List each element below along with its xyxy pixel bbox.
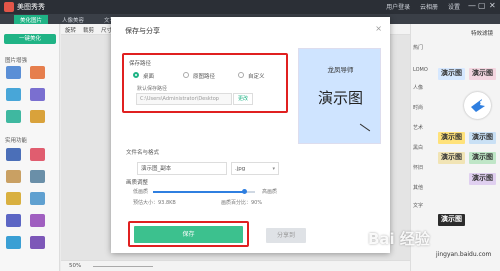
effect-category[interactable]: 艺术 — [413, 124, 423, 131]
radio-original-path-label: 原图路径 — [193, 74, 216, 80]
effect-thumb[interactable]: 演示图 — [469, 173, 496, 185]
radio-desktop[interactable] — [133, 72, 139, 78]
save-path-label: 保存路径 — [129, 61, 152, 67]
rotate-tool[interactable]: 旋转 — [65, 26, 76, 34]
tool-thumb[interactable] — [30, 236, 45, 249]
minimize-button[interactable]: — — [468, 1, 476, 10]
radio-custom-label: 自定义 — [248, 74, 265, 80]
high-quality-label: 高画质 — [262, 189, 278, 195]
tool-thumb[interactable] — [30, 66, 45, 79]
format-value: .jpg — [235, 166, 246, 172]
effect-category[interactable]: 其他 — [413, 184, 423, 191]
change-path-button[interactable]: 更改 — [233, 93, 253, 105]
file-name-label: 文件名与格式 — [126, 150, 160, 156]
estimated-size: 预估大小：93.8KB — [133, 200, 176, 206]
section-enhance-title: 图片增强 — [5, 58, 28, 64]
zoom-level: 50% — [69, 263, 82, 269]
save-share-dialog: 保存与分享 × 保存路径 桌面 原图路径 自定义 默认保存路径 C:\Users… — [111, 17, 390, 253]
login-link[interactable]: 用户登录 — [386, 4, 410, 11]
tool-thumb[interactable] — [6, 192, 21, 205]
effect-thumb[interactable]: 演示图 — [438, 68, 465, 80]
app-logo-icon — [4, 2, 14, 12]
tool-thumb[interactable] — [30, 170, 45, 183]
tool-thumb[interactable] — [30, 88, 45, 101]
cloud-album-link[interactable]: 云相册 — [420, 4, 438, 11]
preview-subtitle: 龙凤导师 — [327, 66, 354, 74]
maximize-button[interactable]: ▢ — [478, 1, 486, 10]
effect-thumb[interactable]: 演示图 — [438, 152, 465, 164]
effect-category[interactable]: LOMO — [413, 67, 428, 73]
effect-category[interactable]: 时尚 — [413, 104, 423, 111]
effect-thumb[interactable]: 演示图 — [469, 132, 496, 144]
zoom-slider[interactable] — [93, 266, 153, 267]
watermark-url: jingyan.baidu.com — [436, 251, 492, 258]
quality-percent: 画质百分比：90% — [221, 200, 263, 206]
tool-thumb[interactable] — [6, 66, 21, 79]
preview-stroke — [359, 123, 371, 132]
section-utility-title: 实用功能 — [5, 138, 28, 144]
quality-label: 画质调整 — [126, 180, 149, 186]
settings-link[interactable]: 设置 — [448, 4, 460, 11]
share-button[interactable]: 分享到 — [266, 228, 306, 243]
status-bar: 50% — [61, 260, 410, 271]
format-select[interactable]: .jpg ▾ — [231, 162, 279, 175]
one-click-beautify-button[interactable]: 一键美化 — [4, 34, 56, 44]
effect-category[interactable]: 黑白 — [413, 144, 423, 151]
crop-tool[interactable]: 裁剪 — [83, 26, 94, 34]
tool-thumb[interactable] — [30, 214, 45, 227]
default-path-hint: 默认保存路径 — [137, 86, 168, 92]
tool-thumb[interactable] — [6, 214, 21, 227]
tool-thumb[interactable] — [6, 88, 21, 101]
effect-thumb[interactable]: 演示图 — [438, 132, 465, 144]
effect-category[interactable]: 热门 — [413, 44, 423, 51]
low-quality-label: 低画质 — [133, 189, 149, 195]
effect-category[interactable]: 怀旧 — [413, 164, 423, 171]
chevron-down-icon: ▾ — [272, 166, 275, 172]
left-tool-panel: 一键美化 图片增强 实用功能 — [0, 24, 60, 271]
effect-category[interactable]: 人像 — [413, 84, 423, 91]
bird-assistant-icon[interactable] — [464, 92, 491, 119]
radio-custom[interactable] — [238, 72, 244, 78]
radio-desktop-label: 桌面 — [143, 74, 155, 80]
tool-thumb[interactable] — [6, 236, 21, 249]
quality-slider[interactable] — [153, 189, 255, 194]
tool-thumb[interactable] — [6, 170, 21, 183]
tool-thumb[interactable] — [30, 192, 45, 205]
save-path-input[interactable]: C:\Users\Administrator\Desktop — [136, 93, 232, 105]
preview-main-text: 演示图 — [317, 89, 363, 107]
title-bar: 美图秀秀 用户登录 云相册 设置 — ▢ ✕ — [0, 0, 500, 14]
effects-title: 特效滤镜 — [471, 31, 494, 37]
app-title: 美图秀秀 — [17, 3, 45, 11]
file-name-input[interactable]: 演示图_副本 — [137, 162, 227, 175]
tab-portrait[interactable]: 人像美容 — [56, 15, 90, 24]
tool-thumb[interactable] — [30, 110, 45, 123]
tab-beautify[interactable]: 美化图片 — [14, 15, 49, 24]
tool-thumb[interactable] — [6, 110, 21, 123]
effect-category[interactable]: 文字 — [413, 202, 423, 209]
radio-original-path[interactable] — [183, 72, 189, 78]
tool-thumb[interactable] — [6, 148, 21, 161]
quality-slider-knob[interactable] — [242, 189, 248, 194]
quality-slider-fill — [153, 191, 245, 193]
effect-thumb[interactable]: 演示图 — [469, 68, 496, 80]
tool-thumb[interactable] — [30, 148, 45, 161]
close-icon[interactable]: × — [375, 24, 382, 33]
top-right-menu: 用户登录 云相册 设置 — [378, 2, 460, 11]
dialog-title: 保存与分享 — [125, 27, 160, 35]
save-button[interactable]: 保存 — [134, 226, 243, 243]
watermark-brand: Bai 经验 — [368, 230, 430, 248]
effect-thumb[interactable]: 演示图 — [438, 214, 465, 226]
image-preview: 龙凤导师 演示图 — [298, 48, 381, 144]
close-window-button[interactable]: ✕ — [489, 1, 496, 10]
effect-thumb[interactable]: 演示图 — [469, 152, 496, 164]
